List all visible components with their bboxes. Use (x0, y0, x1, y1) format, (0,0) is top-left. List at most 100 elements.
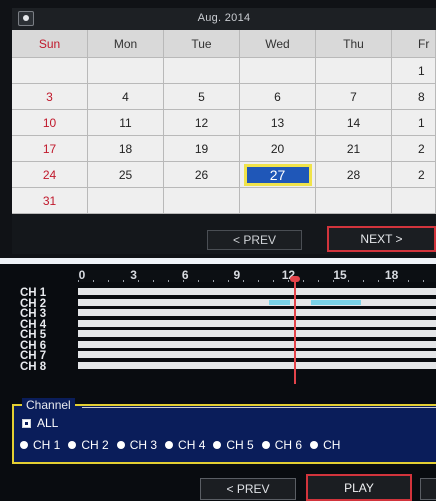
channel-option-label: CH 3 (129, 438, 158, 452)
timeline-tracks[interactable] (78, 288, 436, 380)
calendar-empty-cell (164, 58, 240, 84)
weekday-header: Wed (240, 30, 316, 58)
all-label: ALL (37, 416, 59, 430)
recording-segment[interactable] (269, 299, 291, 305)
radio-dot-icon[interactable] (68, 441, 77, 449)
channel-label: CH 5 (20, 329, 47, 341)
channel-option[interactable]: CH (310, 438, 340, 452)
calendar-day[interactable]: 2 (392, 136, 436, 162)
calendar-day[interactable]: 14 (316, 110, 392, 136)
calendar-day[interactable]: 6 (240, 84, 316, 110)
calendar-empty-cell (88, 188, 164, 214)
calendar-day[interactable]: 2 (392, 162, 436, 188)
radio-dot-icon[interactable] (261, 441, 270, 449)
calendar-empty-cell (240, 58, 316, 84)
calendar-day[interactable]: 13 (240, 110, 316, 136)
calendar-day[interactable]: 12 (164, 110, 240, 136)
channel-option[interactable]: CH 3 (116, 438, 158, 452)
calendar-day-selected[interactable]: 27 (240, 162, 316, 188)
radio-dot-icon[interactable] (310, 441, 319, 449)
channel-option-label: CH 1 (33, 438, 61, 452)
channel-option[interactable]: CH 1 (20, 438, 60, 452)
selected-day-highlight: 27 (243, 163, 312, 186)
prev-button[interactable]: < PREV (200, 478, 296, 500)
weekday-header: Mon (88, 30, 164, 58)
channel-option[interactable]: CH 2 (68, 438, 109, 452)
channel-option[interactable]: CH 6 (261, 438, 303, 452)
calendar-day[interactable]: 17 (12, 136, 88, 162)
calendar-empty-cell (12, 58, 88, 84)
calendar-day[interactable]: 10 (12, 110, 88, 136)
calendar-day[interactable]: 4 (88, 84, 164, 110)
channel-option[interactable]: CH 4 (165, 438, 205, 452)
calendar-empty-cell (392, 188, 436, 214)
calendar-day[interactable]: 21 (316, 136, 392, 162)
channel-track[interactable] (78, 298, 436, 306)
calendar-empty-cell (316, 58, 392, 84)
hour-tick-label: 9 (233, 268, 241, 282)
channel-option-label: CH 6 (274, 438, 303, 452)
calendar-day[interactable]: 31 (12, 188, 88, 214)
next-button-edge[interactable] (420, 478, 436, 500)
weekday-header: Fr (392, 30, 436, 58)
calendar-day[interactable]: 24 (12, 162, 88, 188)
calendar-day[interactable]: 1 (392, 110, 436, 136)
hour-tick-label: 6 (181, 268, 189, 282)
channel-track[interactable] (78, 309, 436, 316)
calendar-grid: Sun Mon Tue Wed Thu Fr 1 3 4 5 6 7 8 10 11 12 13 14 1 17 18 1… (12, 30, 436, 214)
selected-day-label: 27 (246, 166, 309, 183)
channel-label: CH 1 (20, 287, 47, 299)
weekday-header: Tue (164, 30, 240, 58)
channel-track[interactable] (78, 330, 436, 337)
weekday-header: Thu (316, 30, 392, 58)
calendar-day[interactable]: 11 (88, 110, 164, 136)
recording-segment[interactable] (310, 299, 361, 305)
calendar-day[interactable]: 1 (392, 58, 436, 84)
channel-label: CH 7 (20, 350, 47, 362)
next-month-button[interactable]: NEXT > (327, 226, 436, 252)
calendar-empty-cell (240, 188, 316, 214)
radio-dot-icon[interactable] (213, 441, 222, 449)
play-button[interactable]: PLAY (306, 474, 412, 501)
month-title: Aug. 2014 (197, 12, 251, 24)
channel-divider (82, 407, 436, 408)
channel-legend: Channel (22, 398, 75, 412)
all-channels-option[interactable]: ALL (22, 416, 58, 430)
weekday-header: Sun (12, 30, 88, 58)
channel-option-label: CH 2 (81, 438, 109, 452)
calendar-day[interactable]: 28 (316, 162, 392, 188)
calendar-title-bar: Aug. 2014 (12, 8, 436, 30)
all-checkbox[interactable] (22, 418, 31, 428)
prev-month-button[interactable]: < PREV (207, 230, 302, 250)
calendar-panel: Aug. 2014 Sun Mon Tue Wed Thu Fr 1 3 4 5 6 7 8 10 11 12… (0, 0, 436, 258)
channel-label: CH 8 (20, 360, 47, 373)
radio-dot-icon[interactable] (20, 441, 28, 449)
radio-dot-icon[interactable] (116, 441, 125, 449)
channel-option[interactable]: CH 5 (213, 438, 254, 452)
calendar-day[interactable]: 19 (164, 136, 240, 162)
hour-tick-label: 15 (333, 268, 347, 282)
calendar-day[interactable]: 20 (240, 136, 316, 162)
calendar-day[interactable]: 3 (12, 84, 88, 110)
calendar-day[interactable]: 25 (88, 162, 164, 188)
channel-track[interactable] (78, 340, 436, 348)
calendar-day[interactable]: 8 (392, 84, 436, 110)
channel-labels: CH 1 CH 2 CH 3 CH 4 CH 5 CH 6 CH 7 CH 8 (20, 288, 76, 372)
channel-track[interactable] (78, 288, 436, 295)
hour-tick-label: 3 (130, 268, 137, 282)
channel-option-label: CH 4 (178, 438, 206, 452)
hour-tick-label: 18 (384, 268, 399, 282)
calendar-day[interactable]: 5 (164, 84, 240, 110)
channel-track[interactable] (78, 351, 436, 358)
channel-option-label: CH 5 (226, 438, 254, 452)
calendar-day[interactable]: 18 (88, 136, 164, 162)
channel-track[interactable] (78, 361, 436, 369)
channel-selector: Channel ALL CH 1 CH 2 CH 3 CH 4 CH 5 CH 6 CH (12, 398, 436, 464)
playback-panel: 036912151821 CH 1CH 2CH 3CH 4CH 5CH 6CH … (0, 264, 436, 501)
radio-dot-icon[interactable] (165, 441, 174, 449)
calendar-day[interactable]: 7 (316, 84, 392, 110)
channel-track[interactable] (78, 319, 436, 327)
channel-label: CH 3 (20, 308, 47, 320)
calendar-day[interactable]: 26 (164, 162, 240, 188)
playhead-line[interactable] (293, 278, 296, 384)
